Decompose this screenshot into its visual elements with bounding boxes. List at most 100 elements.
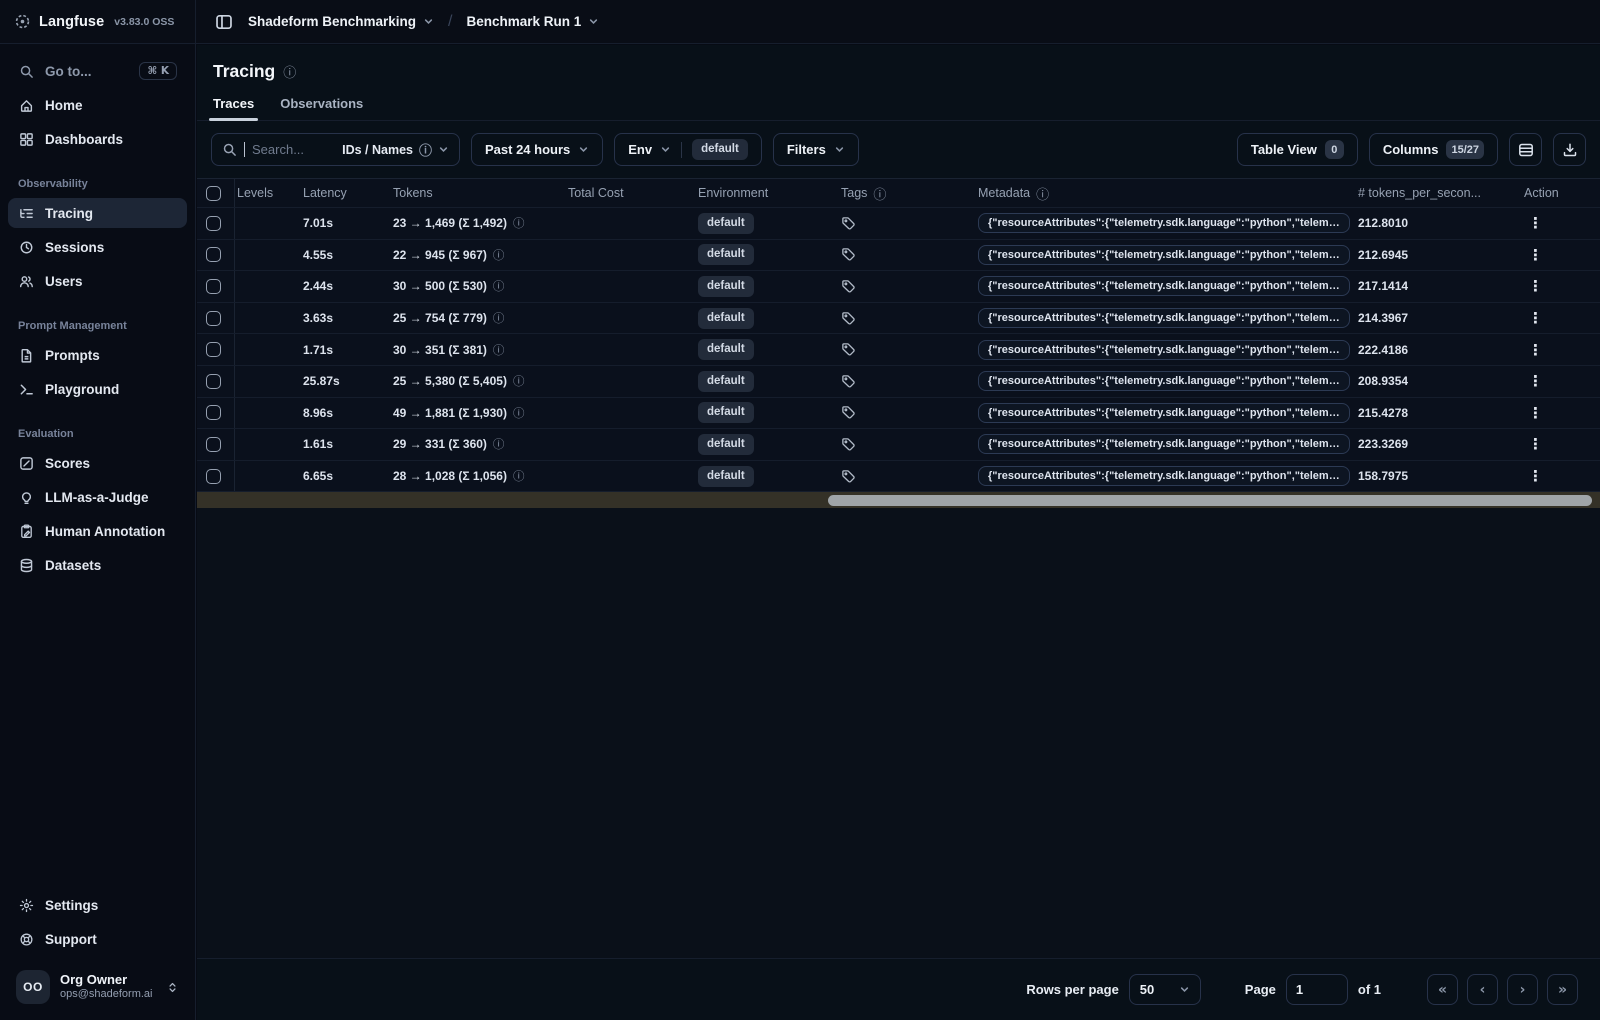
user-menu[interactable]: OO Org Owner ops@shadeform.ai [8, 964, 187, 1010]
kebab-menu-icon[interactable]: ⋮ [1520, 404, 1543, 422]
horizontal-scrollbar-track[interactable] [197, 492, 1600, 509]
select-all-checkbox[interactable] [206, 185, 221, 201]
sidebar-item-prompts[interactable]: Prompts [8, 340, 187, 370]
tags-cell[interactable] [839, 374, 976, 389]
info-icon[interactable]: ⓘ [513, 468, 525, 484]
filters-dropdown[interactable]: Filters [772, 133, 859, 166]
table-row[interactable]: 1.71s 30 → 351 (Σ 381) ⓘ default {"resour… [197, 334, 1600, 366]
sidebar-item-tracing[interactable]: Tracing [8, 198, 187, 228]
tag-icon[interactable] [841, 405, 856, 420]
metadata-value[interactable]: {"resourceAttributes":{"telemetry.sdk.la… [978, 308, 1350, 329]
table-row[interactable]: 4.55s 22 → 945 (Σ 967) ⓘ default {"resour… [197, 239, 1600, 272]
row-checkbox[interactable] [206, 310, 221, 326]
kebab-menu-icon[interactable]: ⋮ [1520, 246, 1543, 264]
tab-observations[interactable]: Observations [280, 96, 363, 120]
tag-icon[interactable] [841, 374, 856, 389]
column-header-total-cost[interactable]: Total Cost [566, 186, 696, 200]
table-row[interactable]: 6.65s 28 → 1,028 (Σ 1,056) ⓘ default {"re… [197, 460, 1600, 493]
kebab-menu-icon[interactable]: ⋮ [1520, 341, 1543, 359]
row-checkbox[interactable] [206, 468, 221, 484]
breadcrumb-project[interactable]: Benchmark Run 1 [467, 14, 600, 29]
kebab-menu-icon[interactable]: ⋮ [1520, 435, 1543, 453]
metadata-value[interactable]: {"resourceAttributes":{"telemetry.sdk.la… [978, 339, 1350, 360]
table-row[interactable]: 8.96s 49 → 1,881 (Σ 1,930) ⓘ default {"re… [197, 397, 1600, 430]
metadata-value[interactable]: {"resourceAttributes":{"telemetry.sdk.la… [978, 466, 1350, 487]
kebab-menu-icon[interactable]: ⋮ [1520, 467, 1543, 485]
sidebar-item-datasets[interactable]: Datasets [8, 550, 187, 580]
info-icon[interactable]: ⓘ [513, 405, 525, 421]
tags-cell[interactable] [839, 437, 976, 452]
sidebar-item-playground[interactable]: Playground [8, 374, 187, 404]
first-page-button[interactable]: « [1427, 974, 1458, 1005]
next-page-button[interactable]: › [1507, 974, 1538, 1005]
column-header-environment[interactable]: Environment [696, 186, 839, 200]
row-height-button[interactable] [1509, 133, 1542, 166]
tags-cell[interactable] [839, 247, 976, 262]
time-range-dropdown[interactable]: Past 24 hours [471, 133, 604, 166]
table-row[interactable]: 1.61s 29 → 331 (Σ 360) ⓘ default {"resour… [197, 429, 1600, 461]
columns-button[interactable]: Columns 15/27 [1368, 133, 1498, 166]
info-icon[interactable]: ⓘ [493, 310, 505, 326]
metadata-value[interactable]: {"resourceAttributes":{"telemetry.sdk.la… [978, 434, 1350, 455]
info-icon[interactable]: ⓘ [493, 342, 505, 358]
environment-filter[interactable]: Env default [614, 133, 762, 166]
search-input[interactable]: Search... IDs / Names ⓘ [211, 133, 460, 166]
table-row[interactable]: 3.63s 25 → 754 (Σ 779) ⓘ default {"resour… [197, 302, 1600, 335]
tags-cell[interactable] [839, 469, 976, 484]
sidebar-item-dashboards[interactable]: Dashboards [8, 124, 187, 154]
row-checkbox[interactable] [206, 436, 221, 452]
row-checkbox[interactable] [206, 405, 221, 421]
horizontal-scrollbar-thumb[interactable] [828, 494, 1592, 506]
column-header-tokens[interactable]: Tokens [391, 186, 566, 200]
metadata-value[interactable]: {"resourceAttributes":{"telemetry.sdk.la… [978, 213, 1350, 234]
row-checkbox[interactable] [206, 342, 221, 358]
metadata-value[interactable]: {"resourceAttributes":{"telemetry.sdk.la… [978, 402, 1350, 423]
metadata-value[interactable]: {"resourceAttributes":{"telemetry.sdk.la… [978, 244, 1350, 265]
tag-icon[interactable] [841, 469, 856, 484]
tags-cell[interactable] [839, 311, 976, 326]
tag-icon[interactable] [841, 216, 856, 231]
info-icon[interactable]: ⓘ [493, 278, 505, 294]
table-row[interactable]: 25.87s 25 → 5,380 (Σ 5,405) ⓘ default {"r… [197, 365, 1600, 398]
tags-cell[interactable] [839, 279, 976, 294]
column-header-metadata[interactable]: Metadata ⓘ [976, 184, 1356, 203]
previous-page-button[interactable]: ‹ [1467, 974, 1498, 1005]
sidebar-item-llm-as-a-judge[interactable]: LLM-as-a-Judge [8, 482, 187, 512]
row-checkbox[interactable] [206, 247, 221, 263]
metadata-value[interactable]: {"resourceAttributes":{"telemetry.sdk.la… [978, 371, 1350, 392]
rows-per-page-select[interactable]: 50 [1128, 974, 1201, 1005]
sidebar-item-support[interactable]: Support [8, 924, 187, 954]
page-number-input[interactable] [1285, 974, 1348, 1005]
last-page-button[interactable]: » [1547, 974, 1578, 1005]
tag-icon[interactable] [841, 437, 856, 452]
column-header-latency[interactable]: Latency [301, 186, 391, 200]
sidebar-item-users[interactable]: Users [8, 266, 187, 296]
tab-traces[interactable]: Traces [208, 96, 259, 121]
kebab-menu-icon[interactable]: ⋮ [1520, 309, 1543, 327]
column-header-tokens-per-second[interactable]: # tokens_per_secon... [1356, 186, 1518, 200]
tag-icon[interactable] [841, 279, 856, 294]
tags-cell[interactable] [839, 216, 976, 231]
row-checkbox[interactable] [206, 278, 221, 294]
column-header-levels[interactable]: Levels [235, 186, 301, 200]
info-icon[interactable]: ⓘ [513, 373, 525, 389]
info-icon[interactable]: ⓘ [493, 436, 505, 452]
sidebar-toggle-button[interactable] [210, 8, 238, 36]
tags-cell[interactable] [839, 342, 976, 357]
sidebar-item-home[interactable]: Home [8, 90, 187, 120]
table-row[interactable]: 7.01s 23 → 1,469 (Σ 1,492) ⓘ default {"re… [197, 208, 1600, 240]
info-icon[interactable]: ⓘ [283, 62, 296, 81]
kebab-menu-icon[interactable]: ⋮ [1520, 214, 1543, 232]
metadata-value[interactable]: {"resourceAttributes":{"telemetry.sdk.la… [978, 276, 1350, 297]
sidebar-item-scores[interactable]: Scores [8, 448, 187, 478]
breadcrumb-org[interactable]: Shadeform Benchmarking [248, 14, 434, 29]
column-header-tags[interactable]: Tags ⓘ [839, 184, 976, 203]
search-scope-dropdown[interactable]: IDs / Names ⓘ [342, 140, 449, 159]
export-button[interactable] [1553, 133, 1586, 166]
row-checkbox[interactable] [206, 373, 221, 389]
table-view-button[interactable]: Table View 0 [1236, 133, 1358, 166]
sidebar-item-human-annotation[interactable]: Human Annotation [8, 516, 187, 546]
tag-icon[interactable] [841, 247, 856, 262]
kebab-menu-icon[interactable]: ⋮ [1520, 372, 1543, 390]
tag-icon[interactable] [841, 311, 856, 326]
